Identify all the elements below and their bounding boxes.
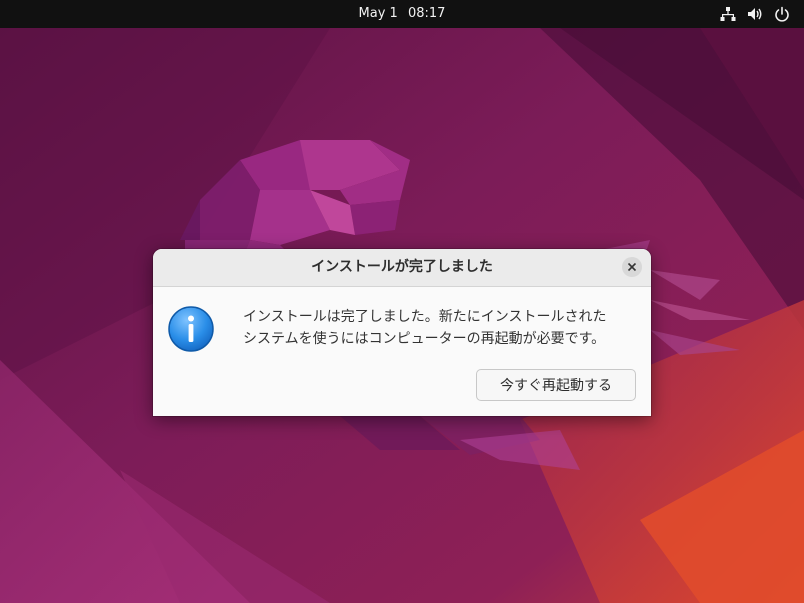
close-button[interactable] xyxy=(622,257,642,277)
dialog-titlebar[interactable]: インストールが完了しました xyxy=(153,249,651,287)
top-bar: May 1 08:17 xyxy=(0,0,804,28)
message-line-2: システムを使うにはコンピューターの再起動が必要です。 xyxy=(243,331,606,347)
clock-date: May 1 xyxy=(358,6,398,21)
power-icon[interactable] xyxy=(774,6,790,22)
info-icon xyxy=(168,306,214,352)
dialog-title: インストールが完了しました xyxy=(311,259,493,275)
desktop: May 1 08:17 インストールが完了しました インストールは完了しました。… xyxy=(0,0,804,603)
volume-icon[interactable] xyxy=(747,6,763,22)
dialog-message: インストールは完了しました。新たにインストールされた システムを使うにはコンピュ… xyxy=(243,306,643,350)
restart-now-button[interactable]: 今すぐ再起動する xyxy=(476,369,636,401)
system-tray[interactable] xyxy=(720,0,790,28)
clock-time: 08:17 xyxy=(407,6,446,21)
close-icon xyxy=(627,262,637,272)
clock[interactable]: May 1 08:17 xyxy=(0,0,804,28)
message-line-1: インストールは完了しました。新たにインストールされた xyxy=(243,309,607,325)
install-complete-dialog: インストールが完了しました インストールは完了しました。新たにインストールされた… xyxy=(153,249,651,416)
network-icon[interactable] xyxy=(720,6,736,22)
